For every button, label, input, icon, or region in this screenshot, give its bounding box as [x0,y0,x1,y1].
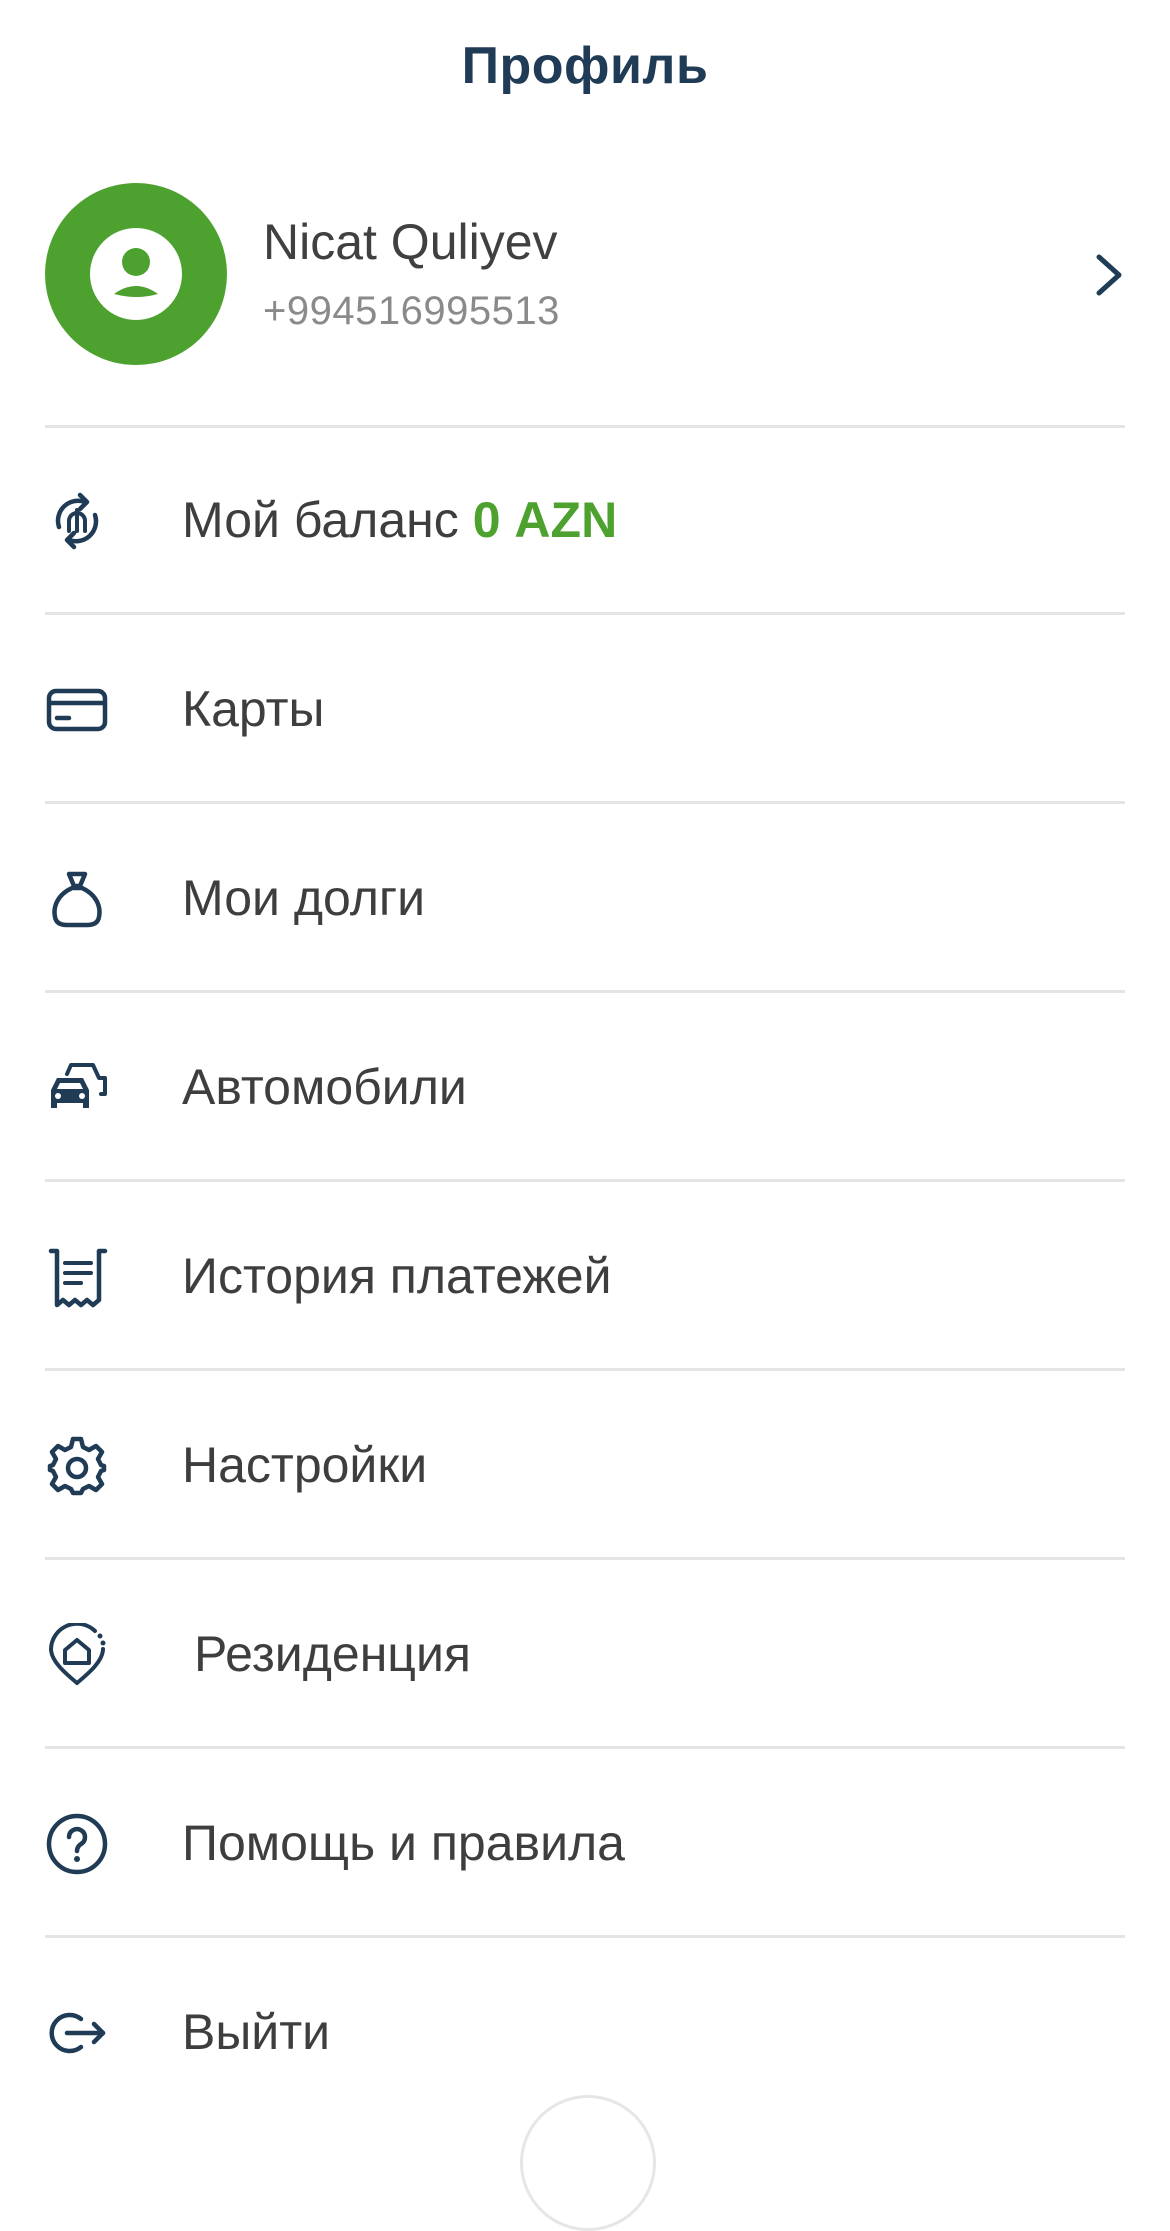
balance-value: 0 AZN [472,492,618,548]
receipt-icon [48,1248,108,1308]
help-icon [46,1813,108,1875]
menu-item-residence[interactable]: Резиденция [0,1560,1170,1749]
menu-item-balance[interactable]: Мой баланс 0 AZN [0,426,1170,615]
page-title: Профиль [461,37,709,95]
menu-item-cards[interactable]: Карты [0,615,1170,804]
menu-item-settings[interactable]: Настройки [0,1371,1170,1560]
cars-icon [51,1063,107,1108]
menu-item-label: Мои долги [182,870,426,926]
avatar [45,183,227,365]
menu-item-label: Настройки [182,1437,428,1493]
menu-item-label: Автомобили [182,1059,467,1115]
menu-item-label: Резиденция [194,1626,471,1682]
profile-card[interactable]: Nicat Quliyev +994516995513 [45,183,1125,365]
chevron-right-icon[interactable] [1091,253,1125,297]
profile-menu: Мой баланс 0 AZN Карты Мои долги Автомоби… [0,426,1170,2127]
user-circle-icon [90,228,182,320]
menu-item-label: Выйти [182,2004,331,2060]
card-icon [46,688,108,732]
profile-name: Nicat Quliyev [263,214,558,270]
menu-item-help[interactable]: Помощь и правила [0,1749,1170,1938]
tab-bar-center-button[interactable] [520,2095,656,2231]
balance-exchange-icon [55,492,99,550]
menu-item-label: Карты [182,681,325,737]
home-location-icon [48,1623,106,1685]
gear-icon [47,1436,107,1496]
menu-item-label: История платежей [182,1248,612,1304]
menu-item-label: Помощь и правила [182,1815,625,1871]
profile-phone: +994516995513 [263,289,560,333]
menu-item-debts[interactable]: Мои долги [0,804,1170,993]
menu-item-payment-history[interactable]: История платежей [0,1182,1170,1371]
menu-item-label: Мой баланс 0 AZN [182,426,617,615]
logout-icon [49,2012,106,2054]
money-bag-icon [52,871,102,928]
menu-item-cars[interactable]: Автомобили [0,993,1170,1182]
balance-label: Мой баланс [182,492,459,548]
